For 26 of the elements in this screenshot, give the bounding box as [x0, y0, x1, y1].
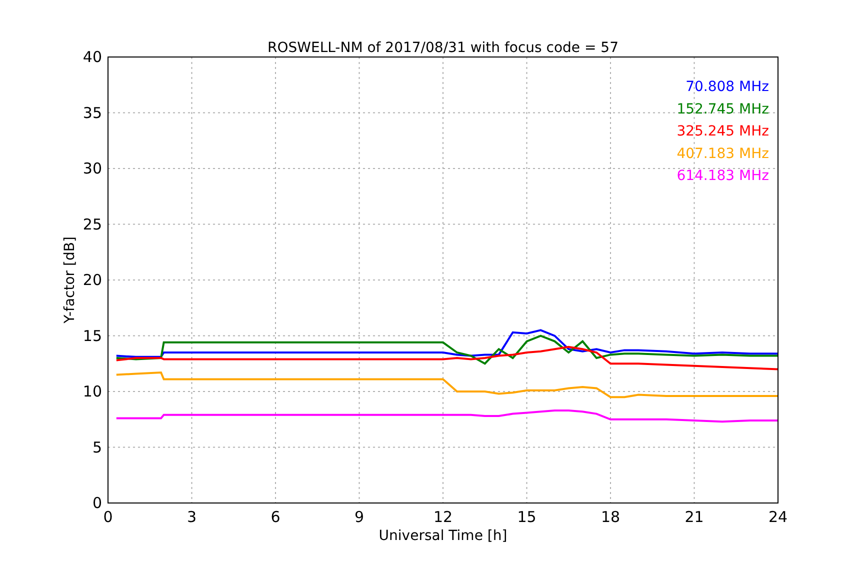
- x-tick-label: 9: [354, 508, 364, 526]
- y-tick-label: 30: [82, 160, 102, 178]
- y-tick-label: 0: [92, 494, 102, 512]
- legend-label: 614.183 MHz: [676, 168, 769, 184]
- legend-label: 407.183 MHz: [676, 146, 769, 162]
- y-tick-label: 35: [82, 104, 102, 122]
- x-tick-label: 18: [600, 508, 620, 526]
- x-tick-label: 15: [517, 508, 536, 526]
- x-tick-label: 21: [684, 508, 704, 526]
- legend-label: 325.245 MHz: [676, 124, 769, 140]
- x-tick-label: 24: [768, 508, 788, 526]
- y-tick-label: 15: [82, 326, 102, 345]
- y-tick-label: 40: [82, 48, 102, 66]
- y-tick-label: 10: [82, 382, 102, 400]
- x-tick-label: 3: [186, 508, 197, 526]
- y-axis-label: Y-factor [dB]: [62, 236, 78, 324]
- x-axis-label: Universal Time [h]: [378, 528, 508, 544]
- chart-title: ROSWELL-NM of 2017/08/31 with focus code = 57: [268, 40, 618, 56]
- legend-label: 152.745 MHz: [676, 101, 769, 118]
- x-tick-label: 0: [103, 508, 113, 526]
- y-tick-label: 5: [92, 438, 102, 456]
- legend-label: 70.808 MHz: [686, 79, 769, 95]
- x-tick-label: 12: [433, 508, 453, 526]
- x-tick-label: 6: [270, 508, 280, 526]
- y-tick-label: 25: [82, 215, 102, 234]
- y-tick-label: 20: [82, 271, 102, 289]
